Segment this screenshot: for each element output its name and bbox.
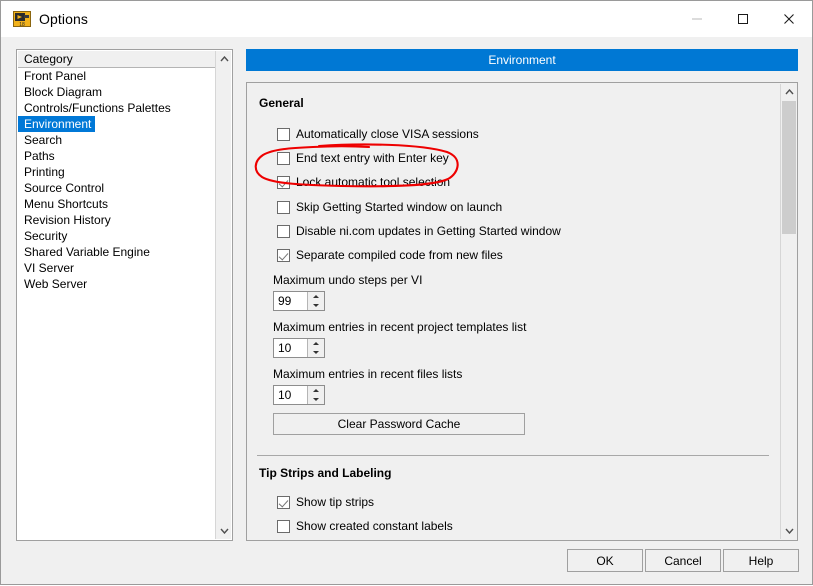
spinner-value[interactable]: 99 [274,292,307,310]
checkbox-skip-getting-started[interactable]: Skip Getting Started window on launch [277,200,502,214]
checkbox-disable-nicom-updates[interactable]: Disable ni.com updates in Getting Starte… [277,224,561,238]
label-maximum-undo-steps: Maximum undo steps per VI [273,273,423,287]
sidebar-item-search[interactable]: Search [18,133,62,147]
spinner-max-recent-project-templates[interactable]: 10 [273,338,325,358]
scroll-up-icon[interactable] [781,84,797,100]
sidebar-item-front-panel[interactable]: Front Panel [18,69,86,83]
sidebar-item-revision-history[interactable]: Revision History [18,213,111,227]
spinner-increment-icon[interactable] [308,339,324,348]
close-icon[interactable] [766,1,812,37]
checkbox-box[interactable] [277,248,290,262]
section-title-tip-strips: Tip Strips and Labeling [259,466,392,480]
sidebar-item-web-server[interactable]: Web Server [18,277,87,291]
spinner-buttons[interactable] [307,339,324,357]
checkbox-end-text-entry-enter-key[interactable]: End text entry with Enter key [277,151,449,165]
category-header: Category [18,51,216,68]
checkbox-show-tip-strips[interactable]: Show tip strips [277,495,374,509]
section-divider [257,455,769,456]
sidebar-item-menu-shortcuts[interactable]: Menu Shortcuts [18,197,108,211]
spinner-decrement-icon[interactable] [308,395,324,404]
spinner-decrement-icon[interactable] [308,301,324,310]
page-title: Environment [488,53,556,67]
cancel-button[interactable]: Cancel [645,549,721,572]
options-scroll-panel: General Automatically close VISA session… [246,82,798,541]
sidebar-item-printing[interactable]: Printing [18,165,65,179]
checkbox-separate-compiled-code[interactable]: Separate compiled code from new files [277,248,503,262]
checkbox-box[interactable] [277,224,290,238]
checkbox-show-created-constant-labels[interactable]: Show created constant labels [277,519,453,533]
scroll-up-icon[interactable] [216,51,232,67]
checkbox-lock-automatic-tool-selection[interactable]: Lock automatic tool selection [277,175,450,189]
scrollbar-thumb[interactable] [782,101,796,234]
svg-text:18: 18 [19,22,25,28]
checkbox-box[interactable] [277,175,290,189]
label-max-recent-files: Maximum entries in recent files lists [273,367,463,381]
clear-password-cache-button[interactable]: Clear Password Cache [273,413,525,435]
spinner-buttons[interactable] [307,292,324,310]
window-controls [674,1,812,37]
options-dialog-window: 18 Options Category Front Panel Block Di… [0,0,813,585]
category-panel: Category Front Panel Block Diagram Contr… [16,49,233,541]
page-title-banner: Environment [246,49,798,71]
checkbox-box[interactable] [277,495,290,509]
options-pane: Environment General Automatically close … [246,49,798,541]
scroll-down-icon[interactable] [781,523,797,539]
label-max-recent-project-templates: Maximum entries in recent project templa… [273,320,527,334]
checkbox-box[interactable] [277,151,290,165]
category-scrollbar[interactable] [215,51,231,539]
options-scrollbar[interactable] [780,84,796,539]
checkbox-label: End text entry with Enter key [296,151,449,165]
spinner-increment-icon[interactable] [308,386,324,395]
sidebar-item-environment[interactable]: Environment [18,116,96,132]
sidebar-item-source-control[interactable]: Source Control [18,181,104,195]
sidebar-item-security[interactable]: Security [18,229,67,243]
checkbox-box[interactable] [277,200,290,214]
section-title-general: General [259,96,304,110]
sidebar-item-vi-server[interactable]: VI Server [18,261,74,275]
sidebar-item-shared-variable-engine[interactable]: Shared Variable Engine [18,245,150,259]
spinner-value[interactable]: 10 [274,386,307,404]
category-list[interactable]: Front Panel Block Diagram Controls/Funct… [18,68,216,539]
checkbox-label: Separate compiled code from new files [296,248,503,262]
checkbox-box[interactable] [277,519,290,533]
sidebar-item-paths[interactable]: Paths [18,149,55,163]
checkbox-auto-close-visa[interactable]: Automatically close VISA sessions [277,127,479,141]
sidebar-item-block-diagram[interactable]: Block Diagram [18,85,102,99]
minimize-icon[interactable] [674,1,720,37]
dialog-body: Category Front Panel Block Diagram Contr… [1,37,812,584]
checkbox-label: Skip Getting Started window on launch [296,200,503,214]
title-bar: 18 Options [1,1,812,37]
checkbox-label: Show tip strips [296,495,375,509]
checkbox-label: Automatically close VISA sessions [296,127,479,141]
checkbox-box[interactable] [277,127,290,141]
spinner-increment-icon[interactable] [308,292,324,301]
spinner-max-recent-files[interactable]: 10 [273,385,325,405]
spinner-maximum-undo-steps[interactable]: 99 [273,291,325,311]
checkbox-label: Disable ni.com updates in Getting Starte… [296,224,561,238]
help-button[interactable]: Help [723,549,799,572]
spinner-decrement-icon[interactable] [308,348,324,357]
maximize-icon[interactable] [720,1,766,37]
window-title: Options [39,11,88,27]
sidebar-item-controls-functions-palettes[interactable]: Controls/Functions Palettes [18,101,171,115]
spinner-value[interactable]: 10 [274,339,307,357]
checkbox-label: Show created constant labels [296,519,453,533]
labview-options-icon: 18 [13,10,31,28]
checkbox-label: Lock automatic tool selection [296,175,451,189]
scroll-down-icon[interactable] [216,523,232,539]
spinner-buttons[interactable] [307,386,324,404]
ok-button[interactable]: OK [567,549,643,572]
options-content: General Automatically close VISA session… [247,83,780,540]
